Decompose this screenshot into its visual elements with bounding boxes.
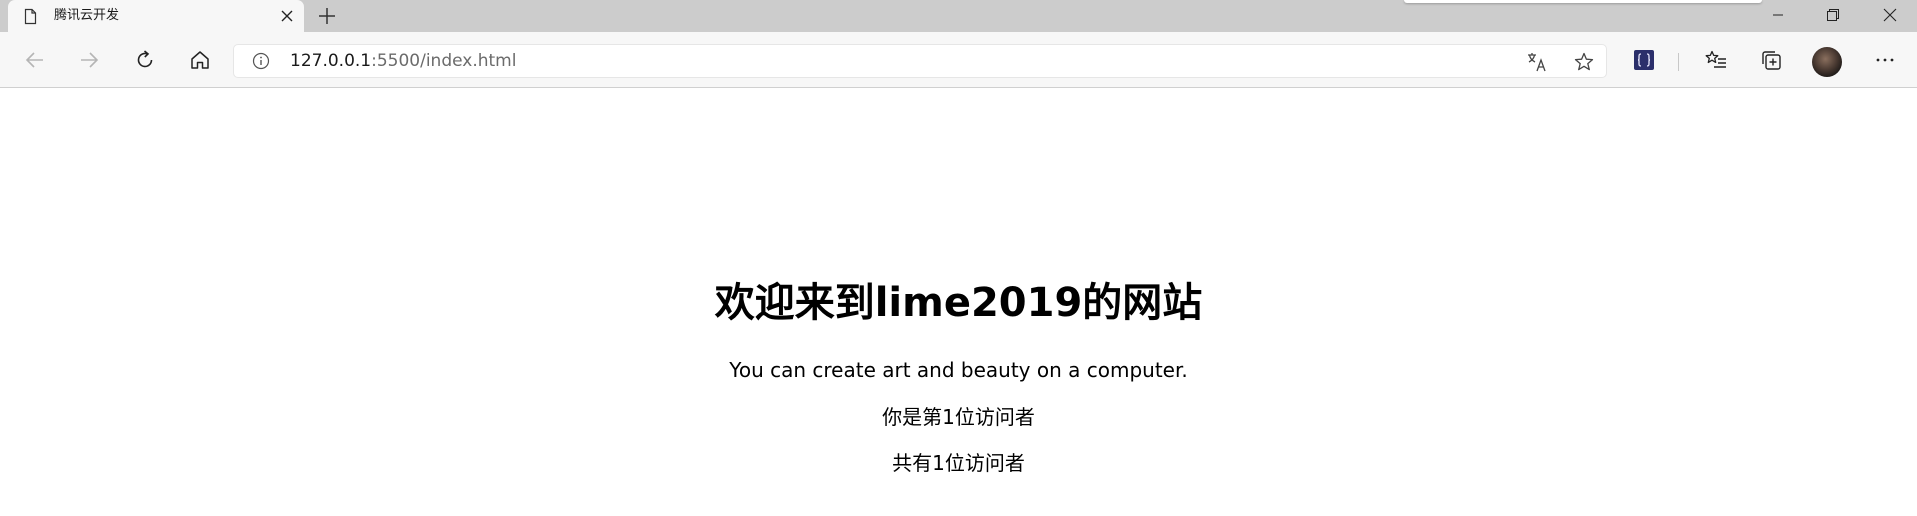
url-host: 127.0.0.1 (290, 51, 372, 71)
page-content: 欢迎来到lime2019的网站 You can create art and b… (0, 89, 1917, 516)
page-heading: 欢迎来到lime2019的网站 (714, 280, 1203, 326)
popup-edge (1404, 0, 1762, 3)
url-path: :5500/index.html (371, 51, 517, 71)
translate-icon[interactable] (1524, 49, 1550, 75)
close-window-icon[interactable] (1867, 0, 1913, 30)
tagline: You can create art and beauty on a compu… (729, 358, 1188, 382)
tab-title: 腾讯云开发 (54, 8, 120, 23)
toolbar-separator (1678, 53, 1679, 71)
refresh-icon[interactable] (131, 46, 159, 74)
document-icon (22, 8, 39, 25)
arrow-left-icon[interactable] (21, 46, 49, 74)
home-icon[interactable] (186, 46, 214, 74)
visitor-rank-text: 你是第1位访问者 (882, 405, 1035, 429)
browser-tab[interactable]: 腾讯云开发 (8, 0, 304, 32)
more-icon[interactable] (1871, 46, 1899, 74)
address-bar[interactable]: 127.0.0.1:5500/index.html (234, 45, 1606, 77)
minimize-icon[interactable] (1755, 0, 1801, 30)
close-icon[interactable] (278, 7, 296, 25)
arrow-right-icon[interactable] (75, 46, 103, 74)
browser-titlebar: 腾讯云开发 (0, 0, 1917, 32)
favorites-icon[interactable] (1702, 46, 1730, 74)
collections-icon[interactable] (1757, 46, 1785, 74)
plus-icon[interactable] (317, 6, 337, 26)
visitor-total-text: 共有1位访问者 (892, 451, 1025, 475)
url-text[interactable]: 127.0.0.1:5500/index.html (290, 52, 516, 70)
browser-toolbar: 127.0.0.1:5500/index.html (0, 32, 1917, 88)
info-icon[interactable] (252, 52, 270, 70)
restore-icon[interactable] (1810, 0, 1856, 30)
star-icon[interactable] (1571, 49, 1597, 75)
avatar[interactable] (1812, 47, 1842, 77)
extension-icon[interactable] (1630, 46, 1658, 74)
